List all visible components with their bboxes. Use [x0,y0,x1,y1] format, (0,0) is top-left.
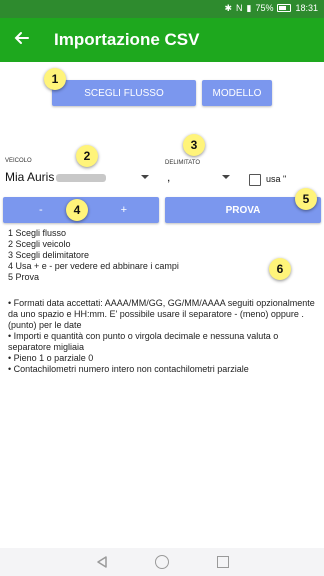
app-bar: Importazione CSV [0,18,324,62]
list-item: 3 Scegli delimitatore [8,250,90,260]
battery-icon [277,4,292,12]
delimitatore-select[interactable]: , [167,170,170,184]
annotation-badge: 5 [295,188,317,210]
bluetooth-icon: ✱ [224,3,232,13]
page-title: Importazione CSV [54,30,200,49]
nav-recents-icon[interactable] [217,556,229,568]
signal-icon: ▮ [246,3,252,13]
list-item: • Pieno 1 o parziale 0 [8,353,94,363]
status-icons: ✱ N ▮ 75% 18:31 [224,3,318,13]
back-arrow-icon[interactable] [12,28,32,48]
nav-back-icon[interactable] [96,556,108,568]
status-bar: ✱ N ▮ 75% 18:31 [0,0,324,18]
veicolo-label: VEICOLO [5,158,32,164]
veicolo-value: Mia Auris [5,170,55,184]
notes-list: • Formati data accettati: AAAA/MM/GG, GG… [8,298,320,375]
list-item: • Contachilometri numero intero non cont… [8,364,249,374]
annotation-badge: 4 [66,199,88,221]
list-item: • Importi e quantità con punto o virgola… [8,331,279,352]
veicolo-dropdown-icon[interactable] [141,175,149,179]
annotation-badge: 6 [269,258,291,280]
list-item: 4 Usa + e - per vedere ed abbinare i cam… [8,261,179,271]
nfc-icon: N [236,3,243,13]
list-item: 5 Prova [8,272,40,282]
plus-button[interactable]: + [121,204,127,216]
redacted-text [56,173,107,182]
annotation-badge: 2 [76,145,98,167]
delimitatore-label: DELIMITATO [165,160,201,166]
modello-button[interactable]: MODELLO [202,80,272,106]
annotation-badge: 3 [183,134,205,156]
list-item: 1 Scegli flusso [8,228,67,238]
scegli-flusso-button[interactable]: SCEGLI FLUSSO [52,80,196,106]
minus-button[interactable]: - [39,204,43,216]
battery-percent: 75% [255,3,274,13]
clock: 18:31 [295,3,318,13]
delimitatore-dropdown-icon[interactable] [222,175,230,179]
list-item: 2 Scegli veicolo [8,239,71,249]
usa-quote-label: usa " [266,174,287,184]
annotation-badge: 1 [44,68,66,90]
nav-home-icon[interactable] [155,555,169,569]
list-item: • Formati data accettati: AAAA/MM/GG, GG… [8,298,315,330]
instructions-list: 1 Scegli flusso 2 Scegli veicolo 3 Scegl… [8,228,179,283]
usa-quote-checkbox[interactable] [249,174,261,186]
system-nav-bar [0,548,324,576]
veicolo-select[interactable]: Mia Auris [5,170,107,184]
